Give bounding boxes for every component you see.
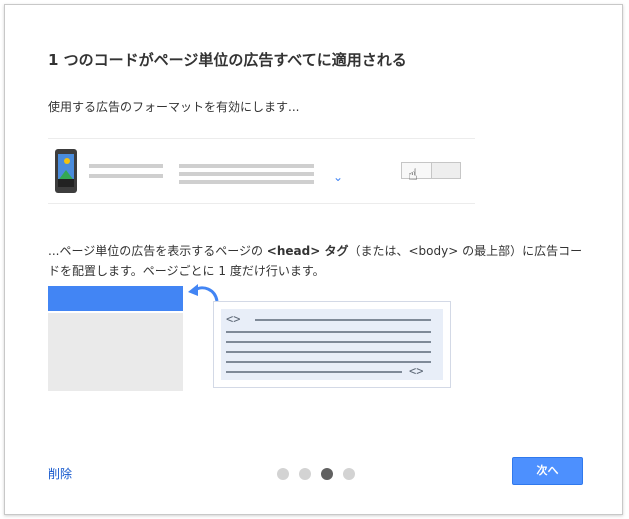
ad-code-illustration: <> <> bbox=[213, 301, 451, 388]
format-name-placeholder bbox=[89, 164, 163, 168]
step-dot[interactable] bbox=[343, 468, 355, 480]
code-line bbox=[255, 319, 431, 321]
code-line bbox=[226, 371, 402, 373]
mobile-phone-icon bbox=[55, 149, 77, 193]
code-line bbox=[226, 361, 431, 363]
insert-arrow-icon bbox=[188, 284, 219, 302]
page-head-illustration bbox=[48, 286, 183, 311]
ad-setup-dialog: 1 つのコードがページ単位の広告すべてに適用される 使用する広告のフォーマットを… bbox=[4, 4, 623, 515]
code-icon: <> bbox=[226, 312, 241, 326]
code-placement-instruction: ...ページ単位の広告を表示するページの <head> タグ（または、<body… bbox=[48, 244, 583, 278]
page-body-illustration bbox=[48, 313, 183, 391]
code-line bbox=[226, 351, 431, 353]
format-name-placeholder bbox=[89, 174, 163, 178]
format-desc-placeholder bbox=[179, 180, 314, 184]
format-desc-placeholder bbox=[179, 172, 314, 176]
step-dot[interactable] bbox=[277, 468, 289, 480]
head-tag-label: <head> タグ bbox=[266, 244, 349, 258]
format-instruction: 使用する広告のフォーマットを有効にします... bbox=[48, 100, 300, 114]
step-dot[interactable] bbox=[299, 468, 311, 480]
ad-format-row: ⌄ ☝ bbox=[48, 138, 475, 204]
step-dot-active[interactable] bbox=[321, 468, 333, 480]
code-icon: <> bbox=[409, 364, 424, 378]
chevron-down-icon[interactable]: ⌄ bbox=[333, 171, 343, 183]
format-desc-placeholder bbox=[179, 164, 314, 168]
delete-link[interactable]: 削除 bbox=[48, 465, 72, 482]
code-line bbox=[226, 331, 431, 333]
next-button[interactable]: 次へ bbox=[512, 457, 583, 485]
code-line bbox=[226, 341, 431, 343]
dialog-title: 1 つのコードがページ単位の広告すべてに適用される bbox=[48, 51, 407, 69]
hand-cursor-icon: ☝ bbox=[408, 165, 418, 184]
